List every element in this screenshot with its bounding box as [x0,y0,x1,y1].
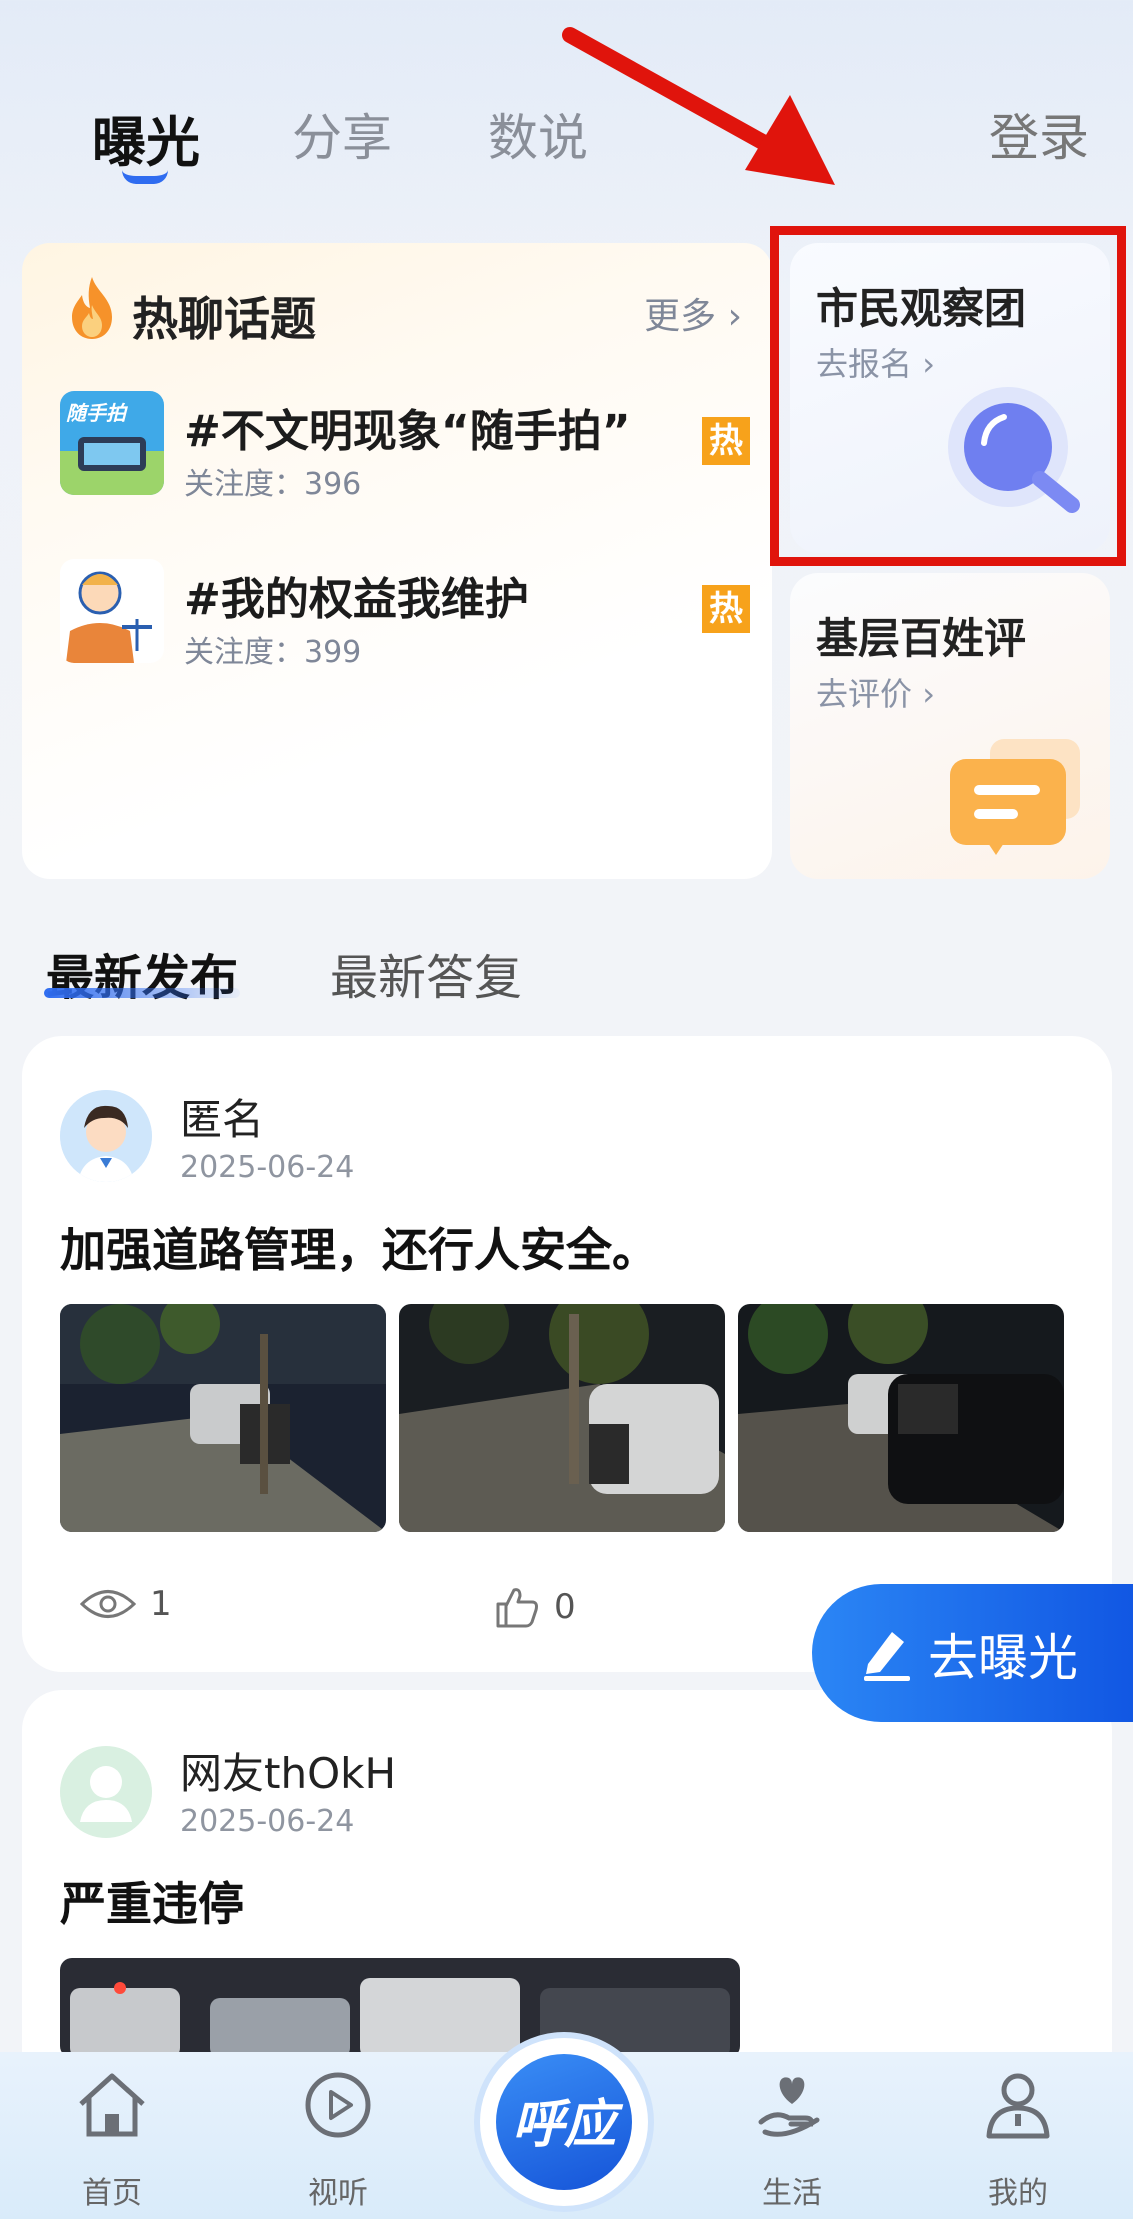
avatar [60,1746,152,1838]
thumbs-up-icon [496,1588,538,1628]
chat-bubble-icon [950,739,1080,855]
heart-hand-icon [758,2077,820,2137]
play-icon [305,2072,371,2138]
tab-exposure[interactable]: 曝光 [92,98,200,177]
center-logo-text: 呼应 [511,2095,616,2155]
like-button[interactable]: 0 [494,1584,576,1630]
topic-thumbnail: 随手拍 [60,391,164,495]
nav-mine[interactable]: 我的 [958,2070,1078,2211]
chevron-right-icon: › [912,675,935,713]
nav-life-label: 生活 [762,2176,822,2211]
login-button[interactable]: 登录 [989,98,1089,170]
avatar [60,1090,152,1182]
topic-attention: 关注度：396 [184,467,362,502]
chevron-right-icon: › [716,296,742,337]
post-photo[interactable] [399,1304,725,1532]
review-label: 去评价 [816,675,913,713]
post-photo[interactable] [60,1304,386,1532]
nav-mine-label: 我的 [988,2176,1048,2211]
center-hu-ying-button[interactable]: 呼应 [474,2032,654,2212]
topic-title: #不文明现象“随手拍” [184,406,631,457]
topic-item[interactable]: #我的权益我维护 关注度：399 热 [60,559,750,679]
nav-media[interactable]: 视听 [278,2070,398,2211]
expose-fab-label: 去曝光 [928,1629,1078,1687]
nav-home[interactable]: 首页 [52,2070,172,2211]
tab-active-indicator [122,170,168,184]
hot-badge: 热 [702,417,750,465]
thumbnail-text: 随手拍 [66,401,126,425]
section-tab-indicator [44,988,240,998]
topic-attention: 关注度：399 [184,635,362,670]
hot-topics-card: 热聊话题 更多 › 随手拍 #不文明现象“随手拍” 关注度：396 热 #我的权… [22,243,772,879]
nav-life[interactable]: 生活 [732,2070,852,2211]
home-icon [79,2073,145,2137]
view-count-value: 1 [150,1584,172,1624]
tab-share[interactable]: 分享 [292,98,392,170]
grassroots-review-title: 基层百姓评 [816,614,1027,663]
post-photo[interactable] [738,1304,1064,1532]
post-photo[interactable] [60,1958,740,2058]
post-author: 匿名 [180,1095,265,1144]
expose-fab-button[interactable]: 去曝光 [812,1584,1133,1722]
topic-title: #我的权益我维护 [184,574,529,625]
annotation-arrow-icon [562,27,835,185]
topic-item[interactable]: 随手拍 #不文明现象“随手拍” 关注度：396 热 [60,391,750,511]
post-title: 加强道路管理，还行人安全。 [60,1223,658,1277]
annotation-highlight-box [770,226,1126,566]
top-tab-bar: 曝光 分享 数说 登录 [0,0,1133,230]
grassroots-review-card[interactable]: 基层百姓评 去评价 › [790,573,1110,879]
nav-home-label: 首页 [82,2176,142,2211]
pencil-icon [864,1632,910,1681]
tab-latest-replies[interactable]: 最新答复 [330,938,522,1008]
view-count: 1 [80,1584,172,1624]
eye-icon [80,1590,136,1618]
more-link[interactable]: 更多 › [644,287,742,339]
post-author: 网友thOkH [180,1749,397,1798]
like-count-value: 0 [554,1587,576,1627]
post-title: 严重违停 [60,1877,244,1931]
hot-topics-title: 热聊话题 [132,292,316,346]
fire-icon [72,277,112,339]
post-date: 2025-06-24 [180,1150,355,1185]
nav-media-label: 视听 [308,2176,368,2211]
post-date: 2025-06-24 [180,1804,355,1839]
hot-badge: 热 [702,585,750,633]
review-link[interactable]: 去评价 › [816,669,935,715]
topic-thumbnail [60,559,164,663]
more-label: 更多 [644,296,717,337]
post-card[interactable]: 匿名 2025-06-24 加强道路管理，还行人安全。 1 0 [22,1036,1112,1672]
person-icon [986,2073,1050,2139]
